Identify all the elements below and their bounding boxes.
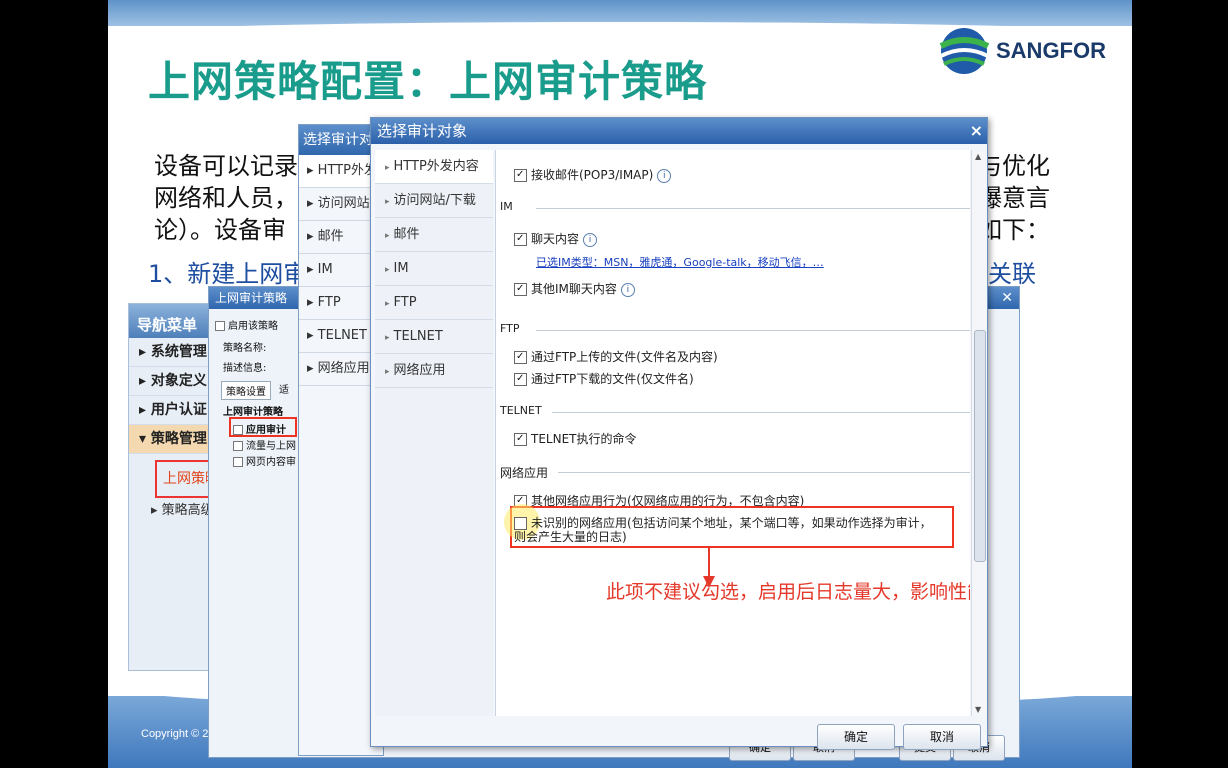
option-label: 聊天内容	[531, 232, 580, 246]
option-label: TELNET执行的命令	[531, 432, 637, 446]
enable-policy-checkbox[interactable]: 启用该策略	[215, 317, 278, 332]
telnet-command-checkbox[interactable]: TELNET执行的命令	[514, 430, 637, 447]
scrollbar-thumb[interactable]	[974, 330, 986, 562]
body-right-2: 爆意言	[978, 184, 1050, 212]
warning-annotation: 此项不建议勾选，启用后日志量大，影响性能	[606, 581, 970, 603]
tab-policy-settings[interactable]: 策略设置	[221, 381, 271, 400]
nav-sub-label: 策略高级	[161, 503, 214, 518]
step-line-left: 1、新建上网审	[148, 260, 308, 288]
option-label: 流量与上网	[246, 441, 296, 452]
ok-button[interactable]: 确定	[817, 724, 895, 750]
tab-label: 网络应用	[393, 363, 446, 378]
scroll-down-icon[interactable]: ▼	[975, 705, 981, 714]
tab-telnet[interactable]: ▸ TELNET	[375, 320, 493, 354]
web-audit-checkbox[interactable]: 网页内容审	[233, 453, 296, 468]
tab-label: 网络应用	[317, 361, 370, 376]
traffic-audit-checkbox[interactable]: 流量与上网	[233, 437, 296, 452]
option-label: 其他IM聊天内容	[531, 282, 617, 296]
tab-web-download[interactable]: ▸ 访问网站/下载	[375, 184, 493, 218]
tab-mail[interactable]: ▸ 邮件	[375, 218, 493, 252]
close-icon[interactable]: ×	[970, 118, 983, 144]
section-divider	[558, 472, 970, 473]
section-telnet: TELNET	[500, 404, 542, 417]
info-icon[interactable]: i	[657, 168, 672, 183]
tab-network-app[interactable]: ▸ 网络应用	[375, 354, 493, 388]
tab-label: TELNET	[393, 329, 443, 344]
tab-label: HTTP外发	[317, 163, 377, 178]
option-label: 接收邮件(POP3/IMAP)	[531, 168, 654, 182]
logo-text: SANGFOR	[996, 38, 1106, 63]
dialog-title: 选择审计对象 ×	[371, 118, 987, 144]
tab-label: HTTP外发内容	[393, 159, 479, 174]
close-icon[interactable]: ✕	[1001, 287, 1013, 309]
body-line-3: 论）。设备审	[154, 216, 286, 244]
nav-item-label: 对象定义	[150, 373, 207, 389]
section-ftp: FTP	[500, 322, 520, 335]
tab-label: FTP	[317, 295, 341, 310]
section-im: IM	[500, 200, 513, 213]
slide-top-band	[108, 0, 1132, 34]
app-audit-checkbox[interactable]: 应用审计	[233, 421, 286, 436]
policy-name-label: 策略名称:	[223, 343, 267, 354]
sangfor-logo-icon	[939, 28, 990, 74]
im-types-link[interactable]: 已选IM类型：MSN，雅虎通，Google-talk，移动飞信，…	[536, 254, 824, 270]
select-audit-object-dialog: 选择审计对象 × ▸ HTTP外发内容 ▸ 访问网站/下载 ▸ 邮件 ▸ IM ▸ FTP…	[370, 117, 988, 750]
unknown-app-note: 则会产生大量的日志)	[514, 530, 627, 544]
tab-label: IM	[317, 262, 333, 277]
tab-label: FTP	[393, 295, 417, 310]
tab-label: 访问网站	[317, 196, 370, 211]
copyright: Copyright © 2	[141, 728, 209, 740]
policy-desc-label: 描述信息:	[223, 363, 267, 374]
chat-content-checkbox[interactable]: 聊天内容i	[514, 230, 598, 247]
section-divider	[536, 330, 970, 331]
slide: 上网策略配置：上网审计策略 SANGFOR 设备可以记录 网络和人员， 论）。设…	[108, 0, 1132, 768]
option-label: 应用审计	[246, 425, 286, 436]
dialog-title-text: 选择审计对象	[377, 122, 468, 140]
tab-label: 邮件	[317, 229, 344, 244]
body-line-2: 网络和人员，	[154, 184, 298, 212]
body-right-3: 如下：	[978, 216, 1050, 244]
section-divider	[536, 208, 970, 209]
section-network-app: 网络应用	[500, 466, 549, 480]
tab-label: 邮件	[393, 227, 420, 242]
slide-title: 上网策略配置：上网审计策略	[148, 57, 708, 106]
body-right-1: 与优化	[978, 152, 1050, 180]
option-label: 通过FTP下载的文件(仅文件名)	[531, 372, 694, 386]
info-icon[interactable]: i	[583, 232, 598, 247]
tab-im[interactable]: ▸ IM	[375, 252, 493, 286]
tab-label: TELNET	[317, 328, 367, 343]
step-line-right: 关联	[988, 260, 1036, 288]
category-tabs: ▸ HTTP外发内容 ▸ 访问网站/下载 ▸ 邮件 ▸ IM ▸ FTP ▸ TELNET …	[375, 150, 493, 716]
option-label: 通过FTP上传的文件(文件名及内容)	[531, 350, 718, 364]
audit-section-title: 上网审计策略	[223, 407, 283, 418]
tab-ftp[interactable]: ▸ FTP	[375, 286, 493, 320]
nav-item-label: 系统管理	[150, 344, 207, 360]
cancel-button[interactable]: 取消	[903, 724, 981, 750]
nav-item-label: 用户认证	[150, 402, 207, 418]
ftp-upload-checkbox[interactable]: 通过FTP上传的文件(文件名及内容)	[514, 348, 718, 365]
ftp-download-checkbox[interactable]: 通过FTP下载的文件(仅文件名)	[514, 370, 694, 387]
tab-label: 访问网站/下载	[393, 193, 476, 208]
nav-item-label: 策略管理	[150, 431, 207, 447]
scroll-up-icon[interactable]: ▲	[975, 152, 981, 161]
body-line-1: 设备可以记录	[154, 152, 298, 180]
enable-label: 启用该策略	[228, 321, 278, 332]
scrollbar[interactable]: ▲ ▼	[971, 150, 986, 716]
options-panel: 接收邮件(POP3/IMAP)i IM 聊天内容i 已选IM类型：MSN，雅虎通…	[495, 150, 970, 716]
tab-label: IM	[393, 261, 409, 276]
option-label: 网页内容审	[246, 457, 296, 468]
tab-applicable[interactable]: 适	[279, 381, 289, 396]
tab-http-outbound[interactable]: ▸ HTTP外发内容	[375, 150, 493, 184]
info-icon[interactable]: i	[620, 282, 635, 297]
section-divider	[552, 412, 970, 413]
policy-dialog-title-text: 上网审计策略	[215, 291, 288, 305]
other-im-checkbox[interactable]: 其他IM聊天内容i	[514, 280, 635, 297]
recv-mail-checkbox[interactable]: 接收邮件(POP3/IMAP)i	[514, 166, 672, 183]
